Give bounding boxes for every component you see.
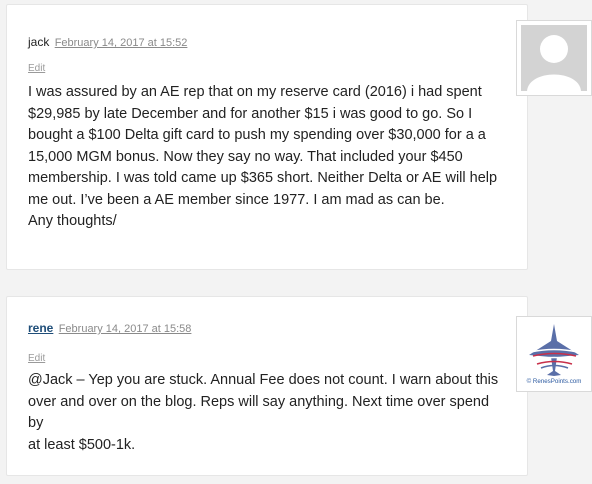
comment-body: @Jack – Yep you are stuck. Annual Fee do… <box>28 372 499 453</box>
comment-rene: rene February 14, 2017 at 15:58 Edit @Ja… <box>6 296 528 476</box>
comment-body: I was assured by an AE rep that on my re… <box>28 84 498 229</box>
logo-text: © RenesPoints.com <box>527 378 582 385</box>
comment-author-link[interactable]: rene <box>28 321 53 335</box>
edit-link[interactable]: Edit <box>28 353 45 364</box>
avatar <box>516 20 592 96</box>
comment-jack: jack February 14, 2017 at 15:52 Edit I w… <box>6 4 528 270</box>
default-avatar-icon <box>521 25 587 91</box>
edit-link[interactable]: Edit <box>28 63 45 74</box>
comment-date-link[interactable]: February 14, 2017 at 15:52 <box>55 37 188 49</box>
comment-meta: jack February 14, 2017 at 15:52 <box>28 35 187 49</box>
comment-meta: rene February 14, 2017 at 15:58 <box>28 321 191 335</box>
comment-date-link[interactable]: February 14, 2017 at 15:58 <box>59 323 192 335</box>
comment-author: jack <box>28 35 50 49</box>
avatar: © RenesPoints.com <box>516 316 592 392</box>
renespoints-logo-icon: © RenesPoints.com <box>521 321 587 387</box>
